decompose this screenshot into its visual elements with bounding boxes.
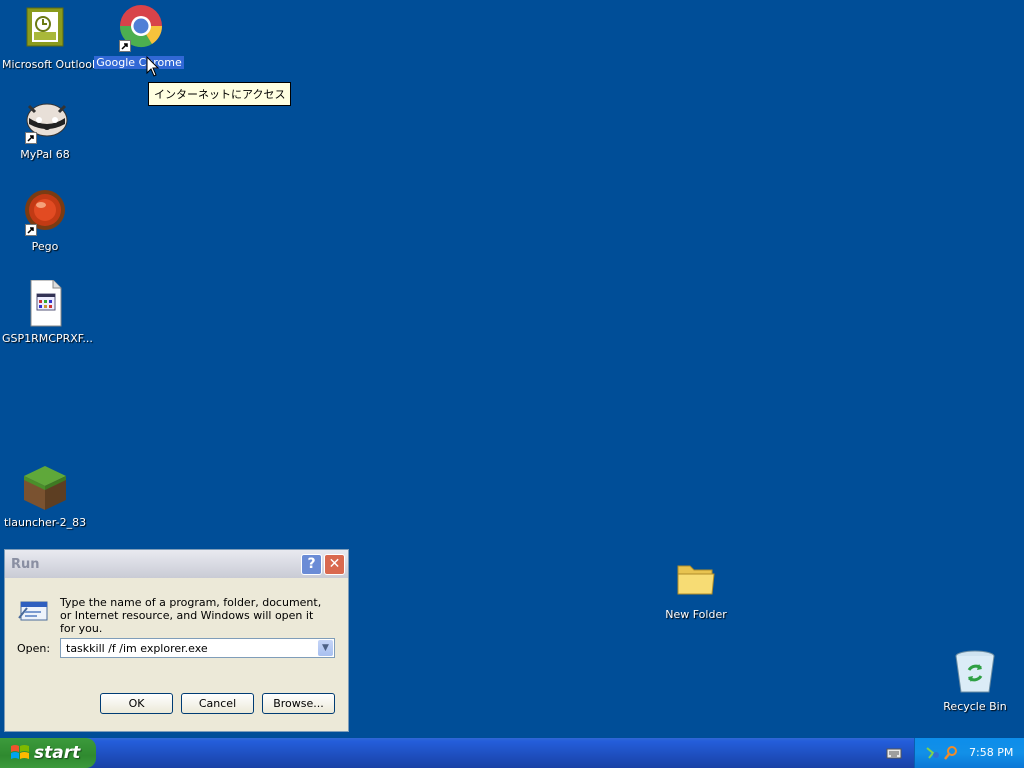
start-label: start bbox=[34, 743, 81, 763]
desktop-icon-document[interactable]: GSP1RMCPRXF... bbox=[0, 279, 93, 345]
desktop-icon-recycle-bin[interactable]: Recycle Bin bbox=[930, 648, 1020, 713]
clock[interactable]: 7:58 PM bbox=[969, 746, 1013, 759]
desktop-icon-label: MyPal 68 bbox=[20, 148, 70, 161]
shortcut-arrow-icon bbox=[25, 132, 37, 144]
desktop-icon-label: Google Chrome bbox=[94, 56, 184, 69]
run-dialog-title: Run bbox=[11, 557, 40, 572]
browse-button[interactable]: Browse... bbox=[262, 693, 335, 714]
recycle-bin-icon bbox=[951, 648, 999, 696]
ok-button[interactable]: OK bbox=[100, 693, 173, 714]
shortcut-arrow-icon bbox=[25, 224, 37, 236]
start-button[interactable]: start bbox=[0, 738, 96, 768]
mouse-cursor-icon bbox=[146, 55, 160, 81]
document-icon bbox=[21, 279, 69, 328]
desktop-icon-outlook[interactable]: Microsoft Outlook bbox=[0, 6, 98, 71]
desktop: Microsoft Outlook Google Chrome MyPal 68… bbox=[0, 0, 1024, 738]
open-label: Open: bbox=[17, 642, 51, 655]
taskbar: start 7:58 PM bbox=[0, 738, 1024, 768]
desktop-icon-mypal[interactable]: MyPal 68 bbox=[0, 96, 90, 161]
desktop-icon-label: New Folder bbox=[665, 608, 727, 621]
desktop-icon-label: tlauncher-2_83 bbox=[3, 516, 87, 529]
chevron-down-icon[interactable]: ▼ bbox=[318, 640, 333, 656]
outlook-icon bbox=[21, 6, 69, 54]
run-program-icon bbox=[17, 596, 49, 627]
open-combobox[interactable]: taskkill /f /im explorer.exe ▼ bbox=[60, 638, 335, 658]
run-dialog-body: Type the name of a program, folder, docu… bbox=[5, 578, 348, 732]
folder-icon bbox=[672, 556, 720, 604]
desktop-icon-pego[interactable]: Pego bbox=[0, 188, 90, 253]
close-button[interactable]: ✕ bbox=[324, 554, 345, 575]
open-input-value[interactable]: taskkill /f /im explorer.exe bbox=[66, 642, 208, 655]
desktop-icon-label: GSP1RMCPRXF... bbox=[2, 332, 93, 345]
minecraft-block-icon bbox=[21, 464, 69, 512]
shortcut-arrow-icon bbox=[119, 40, 131, 52]
pego-icon bbox=[21, 188, 69, 236]
help-button[interactable]: ? bbox=[301, 554, 322, 575]
chrome-tooltip: インターネットにアクセス bbox=[148, 82, 292, 106]
desktop-icon-label: Recycle Bin bbox=[943, 700, 1007, 713]
windows-logo-icon bbox=[10, 744, 30, 767]
desktop-icon-tlauncher[interactable]: tlauncher-2_83 bbox=[0, 464, 90, 529]
network-icon[interactable] bbox=[925, 745, 941, 764]
keyboard-icon[interactable] bbox=[886, 747, 902, 762]
system-tray: 7:58 PM bbox=[914, 738, 1024, 768]
cancel-button[interactable]: Cancel bbox=[181, 693, 254, 714]
desktop-icon-label: Pego bbox=[31, 240, 59, 253]
mypal-icon bbox=[21, 96, 69, 144]
chrome-icon bbox=[115, 4, 163, 52]
desktop-icon-chrome[interactable]: Google Chrome bbox=[94, 4, 184, 69]
desktop-icon-new-folder[interactable]: New Folder bbox=[651, 556, 741, 621]
desktop-icon-label: Microsoft Outlook bbox=[2, 58, 99, 71]
search-icon[interactable] bbox=[943, 745, 959, 764]
run-dialog: Run ? ✕ Type the name of a program, fold… bbox=[4, 549, 349, 732]
run-dialog-titlebar[interactable]: Run ? ✕ bbox=[5, 550, 348, 578]
run-dialog-description: Type the name of a program, folder, docu… bbox=[60, 596, 322, 635]
